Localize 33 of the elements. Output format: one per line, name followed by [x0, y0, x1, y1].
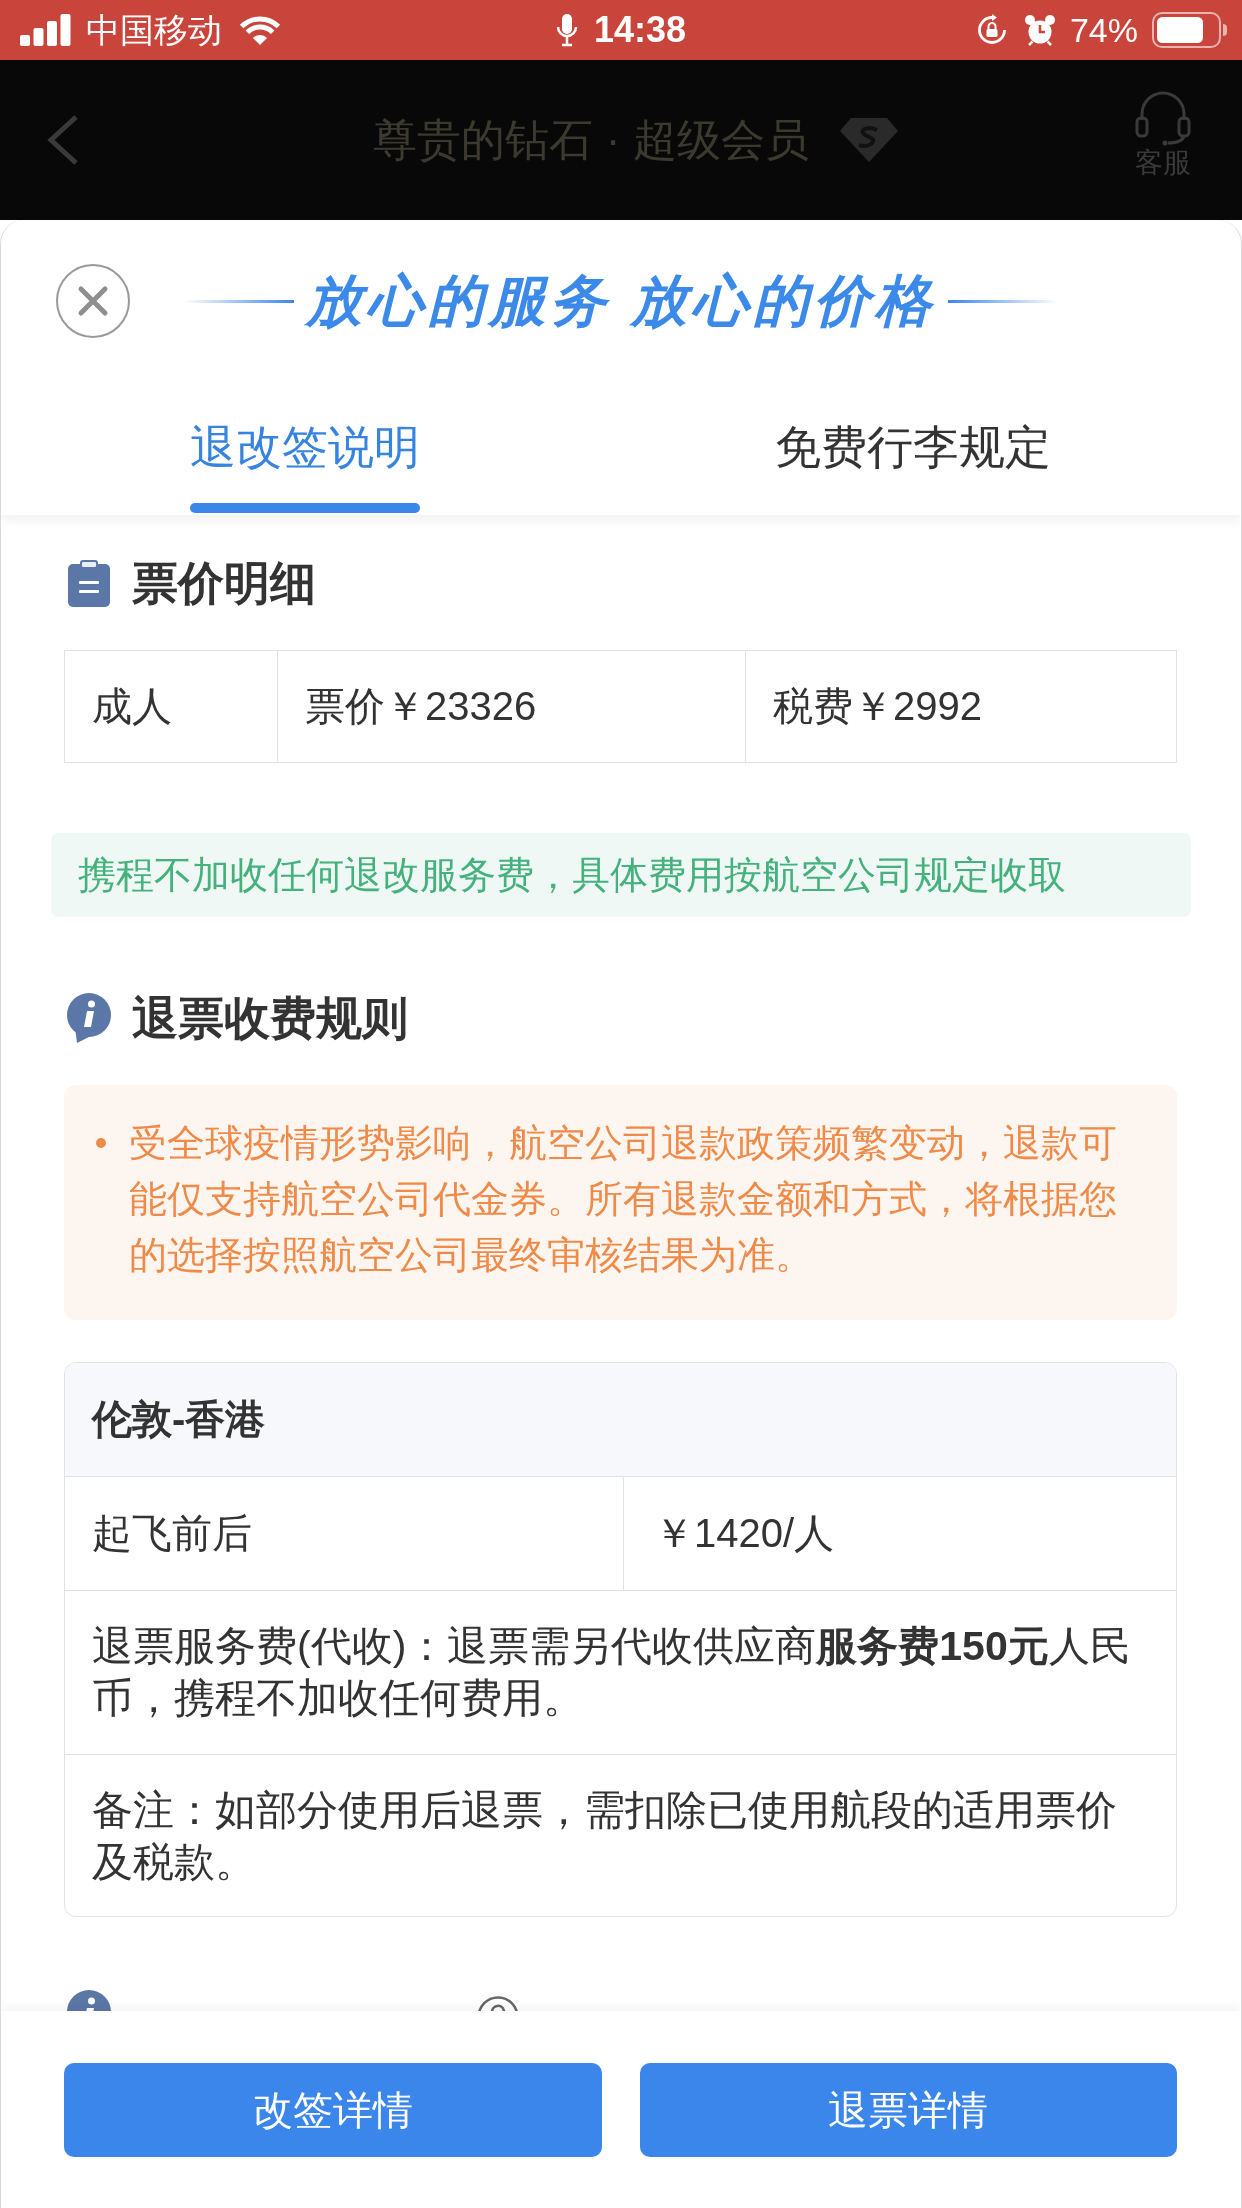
close-icon[interactable]	[56, 264, 130, 338]
sheet-headline: 放心的服务 放心的价格	[305, 268, 937, 334]
signal-icon	[20, 14, 71, 46]
bullet-icon	[96, 1138, 106, 1148]
headset-icon	[1134, 90, 1192, 146]
microphone-icon	[555, 13, 578, 47]
details-button[interactable]: 退票详情	[639, 2063, 1177, 2157]
table-header-cell: 伦敦-香港	[65, 1363, 1176, 1476]
clipboard-icon	[66, 559, 112, 607]
table-cell: 票价￥23326	[277, 651, 745, 762]
rule-note: 退票服务费(代收)：退票需另代收供应商服务费150元人民币，携程不加收任何费用。	[92, 1623, 1131, 1721]
details-button[interactable]: 改签详情	[64, 2063, 602, 2157]
table-cell: ￥1420/人	[623, 1477, 1176, 1590]
battery-percentage: 74%	[1069, 10, 1138, 50]
table-cell-text: 成人	[91, 683, 173, 730]
rotation-lock-icon	[975, 14, 1008, 46]
back-icon[interactable]	[46, 114, 80, 166]
diamond-icon	[838, 117, 899, 163]
tab[interactable]: 退改签说明	[190, 417, 420, 513]
battery-icon	[1152, 12, 1228, 48]
rule-note: 备注：如部分使用后退票，需扣除已使用航段的适用票价及税款。	[92, 1787, 1117, 1885]
refund-notice-text: 受全球疫情形势影响，航空公司退款政策频繁变动，退款可能仅支持航空公司代金券。所有退款金额和方式，将根据您的选择按照航空公司最终审核结果为准。	[129, 1121, 1118, 1278]
section-title: 票价明细	[132, 556, 316, 611]
alarm-clock-icon	[1023, 14, 1056, 46]
table-cell-text: 起飞前后	[91, 1510, 253, 1557]
wifi-icon	[238, 14, 282, 46]
service-fee-notice: 携程不加收任何退改服务费，具体费用按航空公司规定收取	[51, 833, 1191, 917]
info-icon	[66, 993, 112, 1043]
tab[interactable]: 免费行李规定	[775, 417, 1051, 513]
section-title: 退票收费规则	[132, 991, 408, 1046]
table-cell: 税费￥2992	[745, 651, 1176, 762]
carrier-name: 中国移动	[86, 10, 222, 50]
clock-time: 14:38	[593, 10, 687, 50]
